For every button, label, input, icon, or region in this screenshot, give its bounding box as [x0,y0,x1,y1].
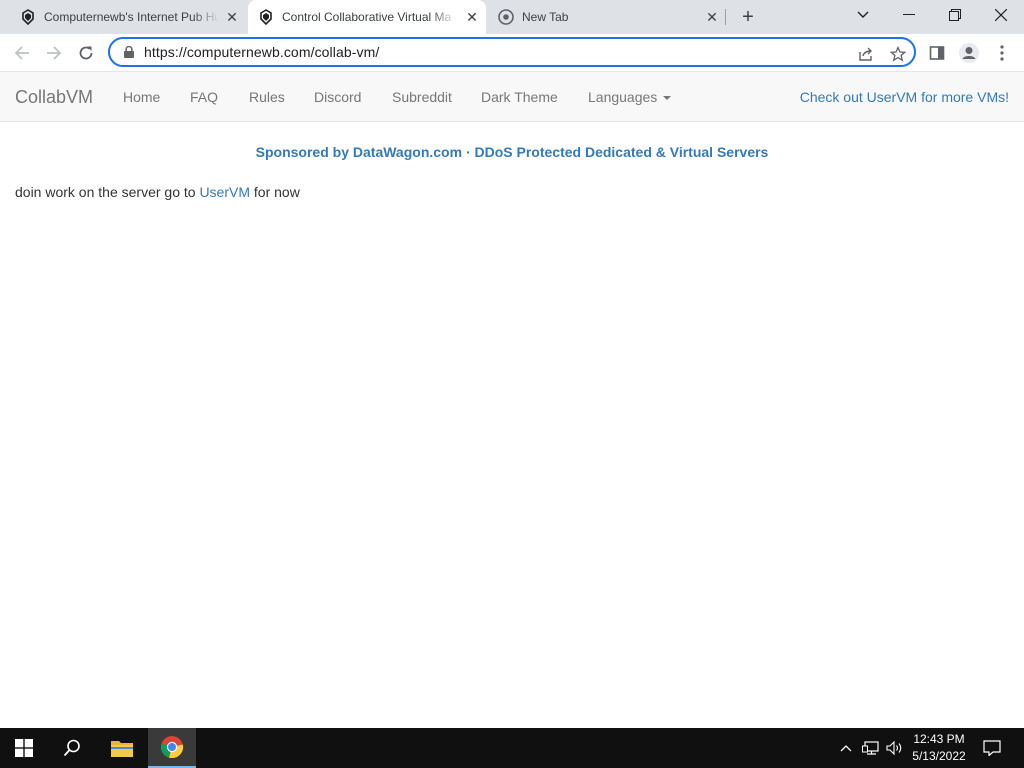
tab-title: Computernewb's Internet Pub Hu [44,10,219,24]
uservm-promo-link[interactable]: Check out UserVM for more VMs! [800,89,1009,105]
browser-toolbar: https://computernewb.com/collab-vm/ [0,34,1024,71]
windows-logo-icon [15,739,33,757]
network-icon [862,741,879,755]
nav-subreddit[interactable]: Subreddit [392,89,452,105]
tab-collabvm[interactable]: Control Collaborative Virtual Ma ✕ [248,0,486,34]
network-button[interactable] [860,728,882,768]
nav-languages-dropdown[interactable]: Languages [588,89,672,105]
chrome-taskbar-button[interactable] [148,728,196,768]
chevron-up-icon [840,745,852,752]
avatar-icon [959,43,979,63]
nav-home[interactable]: Home [123,89,160,105]
reload-icon [79,46,93,60]
close-icon[interactable]: ✕ [704,9,720,25]
tab-separator [725,9,726,25]
share-icon[interactable] [856,44,876,64]
maintenance-message: doin work on the server go to UserVM for… [15,184,300,200]
brand-link[interactable]: CollabVM [15,87,93,108]
close-icon[interactable]: ✕ [464,9,480,25]
notification-icon [983,740,1001,756]
new-tab-button[interactable]: + [736,6,760,28]
show-hidden-icons-button[interactable] [836,728,856,768]
folder-icon [111,741,133,757]
tab-title: New Tab [522,10,569,24]
arrow-right-icon [47,46,62,60]
search-button[interactable] [48,728,96,768]
chrome-icon [160,736,184,759]
nav-faq[interactable]: FAQ [190,89,218,105]
uservm-link[interactable]: UserVM [199,184,250,200]
site-navbar: CollabVM Home FAQ Rules Discord Subreddi… [0,71,1024,122]
sponsor-name: Sponsored by DataWagon.com [255,144,463,160]
menu-button[interactable] [988,39,1016,67]
close-icon[interactable]: ✕ [224,9,240,25]
tab-title: Control Collaborative Virtual Ma [282,10,452,24]
address-bar[interactable]: https://computernewb.com/collab-vm/ [108,37,916,67]
message-text-after: for now [250,184,300,200]
message-text-before: doin work on the server go to [15,184,200,200]
side-panel-icon [929,46,945,60]
sponsor-tagline: DDoS Protected Dedicated & Virtual Serve… [474,144,769,160]
close-window-button[interactable] [978,0,1024,30]
tab-new-tab[interactable]: New Tab ✕ [488,0,726,34]
clock-date: 5/13/2022 [912,749,966,763]
search-icon [63,739,80,757]
chrome-icon [498,9,514,25]
collabvm-icon [258,9,274,25]
close-icon [995,9,1007,21]
collabvm-icon [20,9,36,25]
sponsor-banner[interactable]: Sponsored by DataWagon.com · DDoS Protec… [0,144,1024,160]
nav-discord[interactable]: Discord [314,89,361,105]
nav-languages-label: Languages [588,89,658,105]
action-center-button[interactable] [980,728,1004,768]
side-panel-button[interactable] [923,39,951,67]
start-button[interactable] [0,728,48,768]
caret-down-icon [663,96,672,101]
file-explorer-button[interactable] [98,728,146,768]
lock-icon[interactable] [122,45,136,59]
minimize-icon [903,14,915,15]
nav-dark-theme[interactable]: Dark Theme [481,89,558,105]
back-button[interactable] [8,39,36,67]
restore-button[interactable] [932,0,978,30]
forward-button[interactable] [40,39,68,67]
bookmark-star-icon[interactable] [888,44,908,64]
profile-button[interactable] [955,39,983,67]
restore-icon [949,9,961,21]
windows-taskbar: 12:43 PM 5/13/2022 [0,728,1024,768]
clock-time: 12:43 PM [913,732,965,746]
minimize-button[interactable] [886,0,932,30]
tab-computernewb-pub[interactable]: Computernewb's Internet Pub Hu ✕ [0,0,246,34]
tab-search-button[interactable] [840,0,886,30]
reload-button[interactable] [72,39,100,67]
chevron-down-icon [857,11,869,18]
browser-tab-strip: Computernewb's Internet Pub Hu ✕ Control… [0,0,1024,34]
url-text[interactable]: https://computernewb.com/collab-vm/ [144,44,379,60]
kebab-menu-icon [1000,45,1004,61]
sponsor-separator: · [465,144,471,160]
nav-rules[interactable]: Rules [249,89,285,105]
arrow-left-icon [14,46,29,60]
system-clock[interactable]: 12:43 PM 5/13/2022 [900,731,978,765]
